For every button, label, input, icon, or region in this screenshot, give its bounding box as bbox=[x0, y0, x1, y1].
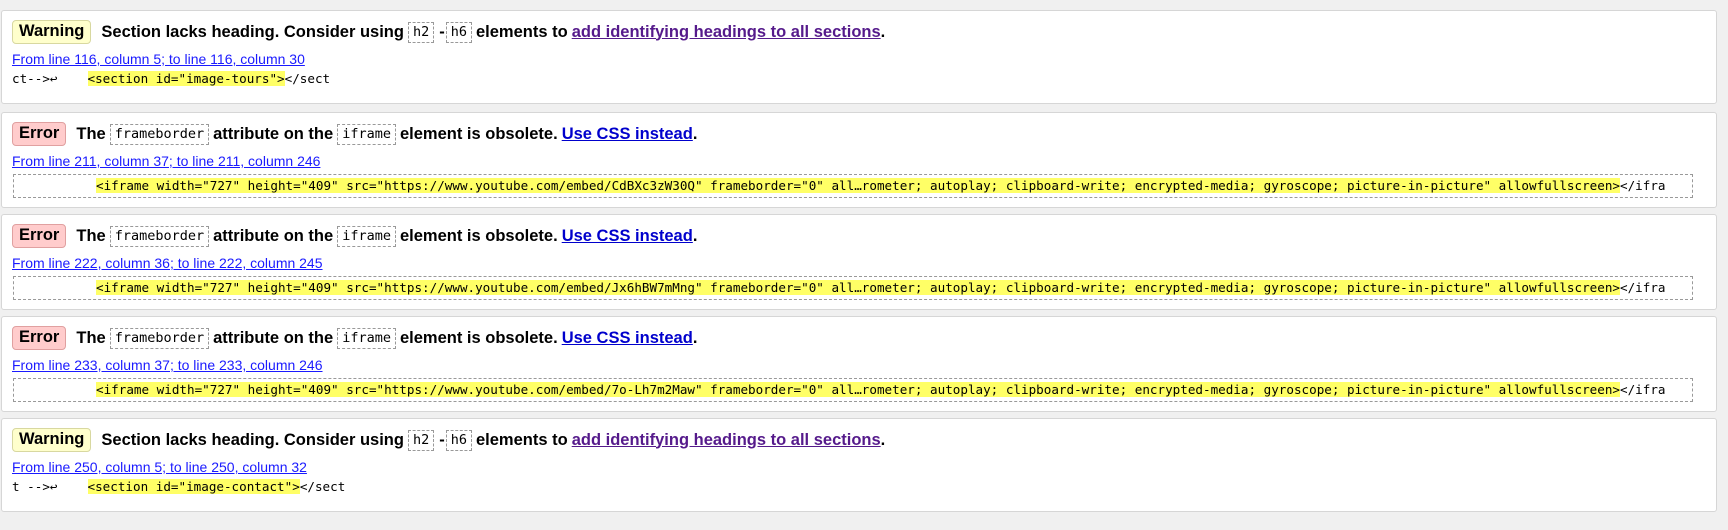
help-link[interactable]: Use CSS instead bbox=[562, 329, 693, 348]
location-link[interactable]: From line 116, column 5; to line 116, co… bbox=[12, 51, 305, 67]
code-chip: h6 bbox=[445, 21, 472, 43]
location-line: From line 211, column 37; to line 211, c… bbox=[12, 153, 320, 169]
message-text: element is obsolete. bbox=[399, 226, 558, 245]
extract-after: </sect bbox=[284, 71, 331, 86]
code-chip: iframe bbox=[337, 225, 396, 247]
extract-highlight: <section id="image-tours"> bbox=[87, 71, 285, 86]
location-link[interactable]: From line 250, column 5; to line 250, co… bbox=[12, 459, 307, 475]
message-heading: Warning Section lacks heading. Consider … bbox=[12, 427, 885, 453]
code-chip: h6 bbox=[445, 429, 472, 451]
help-link[interactable]: add identifying headings to all sections bbox=[572, 23, 881, 42]
message-heading: Error The frameborder attribute on the i… bbox=[12, 223, 697, 249]
code-chip: h2 bbox=[407, 429, 435, 451]
extract-after: </ifra bbox=[1620, 382, 1666, 397]
message-warning: Warning Section lacks heading. Consider … bbox=[1, 10, 1717, 104]
message-text: Section lacks heading. Consider using bbox=[101, 22, 404, 41]
location-line: From line 233, column 37; to line 233, c… bbox=[12, 357, 323, 373]
location-line: From line 250, column 5; to line 250, co… bbox=[12, 459, 307, 475]
code-extract: t -->↩ <section id="image-contact"></sect bbox=[12, 477, 345, 497]
error-badge: Error bbox=[12, 326, 67, 350]
extract-after: </ifra bbox=[1620, 178, 1666, 193]
message-period: . bbox=[692, 124, 698, 143]
code-extract: ct-->↩ <section id="image-tours"></sect bbox=[12, 69, 330, 89]
extract-after: </sect bbox=[299, 479, 346, 494]
warning-badge: Warning bbox=[12, 428, 92, 452]
code-extract: <iframe width="727" height="409" src="ht… bbox=[13, 378, 1693, 402]
message-period: . bbox=[880, 22, 886, 41]
code-chip: frameborder bbox=[109, 327, 210, 349]
message-text: element is obsolete. bbox=[399, 328, 558, 347]
message-text: elements to bbox=[476, 22, 568, 41]
message-heading: Error The frameborder attribute on the i… bbox=[12, 121, 697, 147]
extract-before: ct-->↩ bbox=[12, 71, 58, 86]
message-period: . bbox=[692, 328, 698, 347]
code-extract: <iframe width="727" height="409" src="ht… bbox=[13, 276, 1693, 300]
extract-before: t -->↩ bbox=[12, 479, 58, 494]
message-text: elements to bbox=[476, 430, 568, 449]
message-period: . bbox=[880, 430, 886, 449]
message-text: element is obsolete. bbox=[399, 124, 558, 143]
location-link[interactable]: From line 211, column 37; to line 211, c… bbox=[12, 153, 320, 169]
extract-after: </ifra bbox=[1620, 280, 1666, 295]
message-text: attribute on the bbox=[213, 124, 334, 143]
help-link[interactable]: add identifying headings to all sections bbox=[572, 431, 881, 450]
error-badge: Error bbox=[12, 224, 67, 248]
help-link[interactable]: Use CSS instead bbox=[562, 227, 693, 246]
location-line: From line 116, column 5; to line 116, co… bbox=[12, 51, 305, 67]
code-chip: frameborder bbox=[109, 123, 210, 145]
message-text: The bbox=[76, 328, 106, 347]
message-text: attribute on the bbox=[213, 226, 334, 245]
range-dash: - bbox=[439, 430, 445, 449]
error-badge: Error bbox=[12, 122, 67, 146]
message-text: The bbox=[76, 124, 106, 143]
range-dash: - bbox=[439, 22, 445, 41]
message-heading: Warning Section lacks heading. Consider … bbox=[12, 19, 885, 45]
message-text: attribute on the bbox=[213, 328, 334, 347]
message-error: Error The frameborder attribute on the i… bbox=[1, 214, 1717, 310]
location-line: From line 222, column 36; to line 222, c… bbox=[12, 255, 323, 271]
code-chip: h2 bbox=[407, 21, 435, 43]
message-error: Error The frameborder attribute on the i… bbox=[1, 112, 1717, 208]
help-link[interactable]: Use CSS instead bbox=[562, 125, 693, 144]
extract-highlight: <iframe width="727" height="409" src="ht… bbox=[96, 280, 1620, 295]
message-text: Section lacks heading. Consider using bbox=[101, 430, 404, 449]
extract-highlight: <section id="image-contact"> bbox=[87, 479, 300, 494]
extract-highlight: <iframe width="727" height="409" src="ht… bbox=[96, 382, 1620, 397]
location-link[interactable]: From line 233, column 37; to line 233, c… bbox=[12, 357, 323, 373]
message-heading: Error The frameborder attribute on the i… bbox=[12, 325, 697, 351]
code-chip: iframe bbox=[337, 327, 396, 349]
code-chip: iframe bbox=[337, 123, 396, 145]
code-chip: frameborder bbox=[109, 225, 210, 247]
message-text: The bbox=[76, 226, 106, 245]
location-link[interactable]: From line 222, column 36; to line 222, c… bbox=[12, 255, 323, 271]
warning-badge: Warning bbox=[12, 20, 92, 44]
message-warning: Warning Section lacks heading. Consider … bbox=[1, 418, 1717, 512]
extract-highlight: <iframe width="727" height="409" src="ht… bbox=[96, 178, 1620, 193]
code-extract: <iframe width="727" height="409" src="ht… bbox=[13, 174, 1693, 198]
message-error: Error The frameborder attribute on the i… bbox=[1, 316, 1717, 412]
message-period: . bbox=[692, 226, 698, 245]
